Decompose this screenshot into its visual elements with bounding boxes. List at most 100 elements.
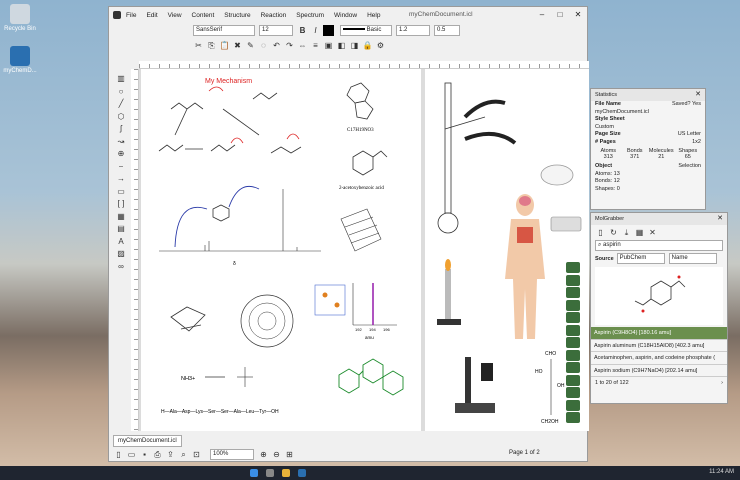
menu-content[interactable]: Content — [192, 12, 215, 19]
app-taskbar-icon[interactable] — [298, 469, 306, 477]
new-doc-icon[interactable]: ▯ — [113, 449, 124, 460]
arrow-push-tool-icon[interactable]: ↝ — [113, 136, 129, 147]
charge-tool-icon[interactable]: ⊕ — [113, 148, 129, 159]
template-icon[interactable] — [566, 287, 580, 298]
open-icon[interactable]: ▭ — [126, 449, 137, 460]
menu-structure[interactable]: Structure — [224, 12, 250, 19]
bracket-tool-icon[interactable]: [ ] — [113, 198, 129, 209]
clear-icon[interactable]: ✕ — [647, 227, 658, 238]
fit-icon[interactable]: ⊞ — [284, 449, 295, 460]
lasso-icon[interactable]: ◌ — [258, 40, 269, 51]
source-select[interactable]: PubChem — [616, 253, 665, 264]
result-item[interactable]: Aspirin aluminum (C18H15AlO8) [402.3 amu… — [591, 340, 727, 352]
minimize-icon[interactable]: – — [533, 7, 551, 23]
page-1[interactable]: My Mechanism C17H19NO3 2-acetoxybenzoic … — [141, 69, 421, 431]
delete-icon[interactable]: ✖ — [232, 40, 243, 51]
zoom-select[interactable]: 100% — [210, 448, 254, 460]
template-icon[interactable] — [566, 262, 580, 273]
line-style-select[interactable]: Basic — [340, 25, 392, 36]
template-icon[interactable] — [566, 274, 580, 286]
paste-icon[interactable]: 📋 — [219, 40, 230, 51]
template-tool-icon[interactable]: ▤ — [113, 223, 129, 234]
template-icon[interactable] — [566, 362, 580, 373]
table-tool-icon[interactable]: ▦ — [113, 211, 129, 222]
undo-icon[interactable]: ↶ — [271, 40, 282, 51]
chain-tool-icon[interactable]: ʃ — [113, 123, 129, 134]
zoom-in-icon[interactable]: ⊕ — [258, 449, 269, 460]
text-tool-icon[interactable]: A — [113, 236, 129, 247]
bold-button[interactable]: B — [297, 25, 308, 36]
template-icon[interactable] — [566, 299, 580, 311]
template-icon[interactable] — [566, 374, 580, 386]
clean-icon[interactable]: ✎ — [245, 40, 256, 51]
orbital-tool-icon[interactable]: ∞ — [113, 261, 129, 272]
find-icon[interactable]: ⌕ — [178, 449, 189, 460]
align-icon[interactable]: ≡ — [310, 40, 321, 51]
arrow-size-select[interactable]: 0.5 — [434, 25, 460, 36]
zoom-tool-icon[interactable]: ⊡ — [191, 449, 202, 460]
menu-window[interactable]: Window — [334, 12, 357, 19]
save-icon[interactable]: ▪ — [139, 449, 150, 460]
close-icon[interactable]: ✕ — [717, 214, 723, 222]
circle-tool-icon[interactable]: ○ — [113, 86, 129, 97]
arrow-tool-icon[interactable]: → — [113, 173, 129, 184]
maximize-icon[interactable]: □ — [551, 7, 569, 23]
document-icon[interactable]: ▯ — [595, 227, 606, 238]
rectangle-tool-icon[interactable]: ▭ — [113, 186, 129, 197]
cut-icon[interactable]: ✂ — [193, 40, 204, 51]
template-icon[interactable] — [566, 412, 580, 423]
font-family-select[interactable]: SansSerif — [193, 25, 255, 36]
color-swatch[interactable] — [323, 25, 334, 36]
image-tool-icon[interactable]: ▨ — [113, 248, 129, 259]
font-size-select[interactable]: 12 — [259, 25, 293, 36]
back-icon[interactable]: ◨ — [349, 40, 360, 51]
folder-icon[interactable] — [282, 469, 290, 477]
template-icon[interactable] — [566, 399, 580, 411]
flip-icon[interactable]: ⇔ — [297, 40, 308, 51]
template-icon[interactable] — [566, 387, 580, 398]
front-icon[interactable]: ◧ — [336, 40, 347, 51]
menu-edit[interactable]: Edit — [146, 12, 157, 19]
document-tab[interactable]: myChemDocument.icl — [113, 435, 182, 447]
result-item[interactable]: Aspirin (C9H8O4) [180.16 amu] — [591, 327, 727, 340]
download-icon[interactable]: ⤓ — [621, 227, 632, 238]
start-icon[interactable] — [250, 469, 258, 477]
menu-spectrum[interactable]: Spectrum — [296, 12, 324, 19]
recycle-bin-icon[interactable]: Recycle Bin — [3, 4, 37, 32]
line-tool-icon[interactable]: ╱ — [113, 98, 129, 109]
export-icon[interactable]: ⇪ — [165, 449, 176, 460]
template-icon[interactable] — [566, 312, 580, 323]
menu-reaction[interactable]: Reaction — [261, 12, 287, 19]
menu-view[interactable]: View — [168, 12, 182, 19]
zoom-out-icon[interactable]: ⊖ — [271, 449, 282, 460]
next-icon[interactable]: › — [721, 380, 723, 388]
template-icon[interactable] — [566, 324, 580, 336]
template-icon[interactable] — [566, 349, 580, 361]
page-2[interactable]: CHO HO OH CH2OH — [425, 69, 589, 431]
refresh-icon[interactable]: ↻ — [608, 227, 619, 238]
bond-tool-icon[interactable]: ⎯ — [113, 161, 129, 172]
search-input[interactable]: ⌕ aspirin — [595, 240, 723, 251]
italic-button[interactable]: I — [310, 25, 321, 36]
field-select[interactable]: Name — [668, 253, 717, 264]
template-icon[interactable] — [566, 337, 580, 348]
chemdoodle-shortcut-icon[interactable]: myChemD... — [3, 46, 37, 74]
copy-icon[interactable]: ⎘ — [206, 40, 217, 51]
menu-file[interactable]: File — [126, 12, 136, 19]
redo-icon[interactable]: ↷ — [284, 40, 295, 51]
close-icon[interactable]: ✕ — [569, 7, 587, 23]
line-width-select[interactable]: 1.2 — [396, 25, 430, 36]
close-icon[interactable]: ✕ — [695, 90, 701, 98]
chart-tool-icon[interactable]: ▥ — [113, 73, 129, 84]
group-icon[interactable]: ▣ — [323, 40, 334, 51]
grid-icon[interactable]: ▦ — [634, 227, 645, 238]
result-item[interactable]: Acetaminophen, aspirin, and codeine phos… — [591, 352, 727, 365]
print-icon[interactable]: ⎙ — [152, 449, 163, 460]
menu-help[interactable]: Help — [367, 12, 380, 19]
hexagon-tool-icon[interactable]: ⬡ — [113, 111, 129, 122]
lock-icon[interactable]: 🔒 — [362, 40, 373, 51]
result-item[interactable]: Aspirin sodium (C9H7NaO4) [202.14 amu] — [591, 365, 727, 377]
drawing-canvas[interactable]: My Mechanism C17H19NO3 2-acetoxybenzoic … — [139, 69, 589, 431]
settings-icon[interactable]: ⚙ — [375, 40, 386, 51]
search-icon[interactable] — [266, 469, 274, 477]
